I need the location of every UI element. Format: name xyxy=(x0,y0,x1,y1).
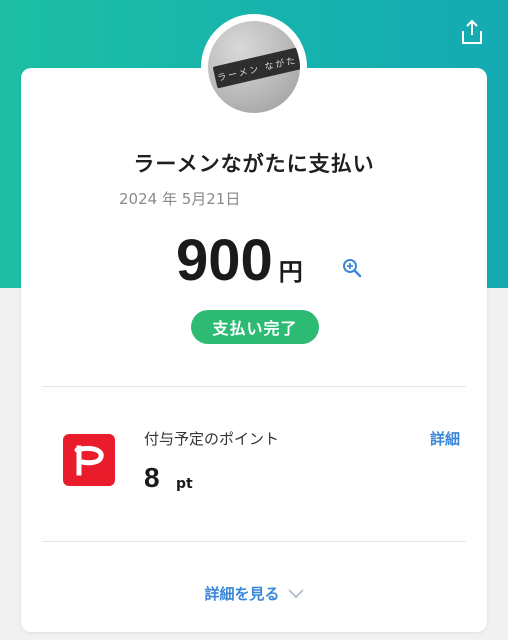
merchant-sign-text: ラーメン ながた xyxy=(216,55,299,84)
divider xyxy=(42,386,466,387)
divider xyxy=(42,541,466,542)
merchant-sign: ラーメン ながた xyxy=(212,47,300,89)
payment-amount: 900 円 xyxy=(176,226,303,296)
see-details-button[interactable]: 詳細を見る xyxy=(0,583,508,604)
share-button[interactable] xyxy=(456,16,488,48)
merchant-avatar-frame: ラーメン ながた xyxy=(201,14,307,120)
points-value: 8 xyxy=(144,462,160,493)
amount-currency: 円 xyxy=(278,258,303,286)
points-detail-link[interactable]: 詳細 xyxy=(430,428,460,449)
zoom-in-icon xyxy=(343,259,362,278)
payment-date: 2024 年 5月21日 xyxy=(119,190,241,208)
chevron-down-icon xyxy=(287,588,304,598)
merchant-avatar: ラーメン ながた xyxy=(208,21,300,113)
merchant-title: ラーメンながたに支払い xyxy=(133,152,375,176)
paypay-logo-icon xyxy=(63,434,115,486)
see-details-label: 詳細を見る xyxy=(204,585,280,603)
amount-value: 900 xyxy=(176,228,273,293)
points-unit: pt xyxy=(176,476,193,492)
points-label: 付与予定のポイント xyxy=(144,430,280,448)
paypay-p-glyph xyxy=(74,445,104,476)
status-badge: 支払い完了 xyxy=(191,310,319,344)
zoom-button[interactable] xyxy=(342,258,362,278)
share-upload-icon xyxy=(462,19,482,44)
